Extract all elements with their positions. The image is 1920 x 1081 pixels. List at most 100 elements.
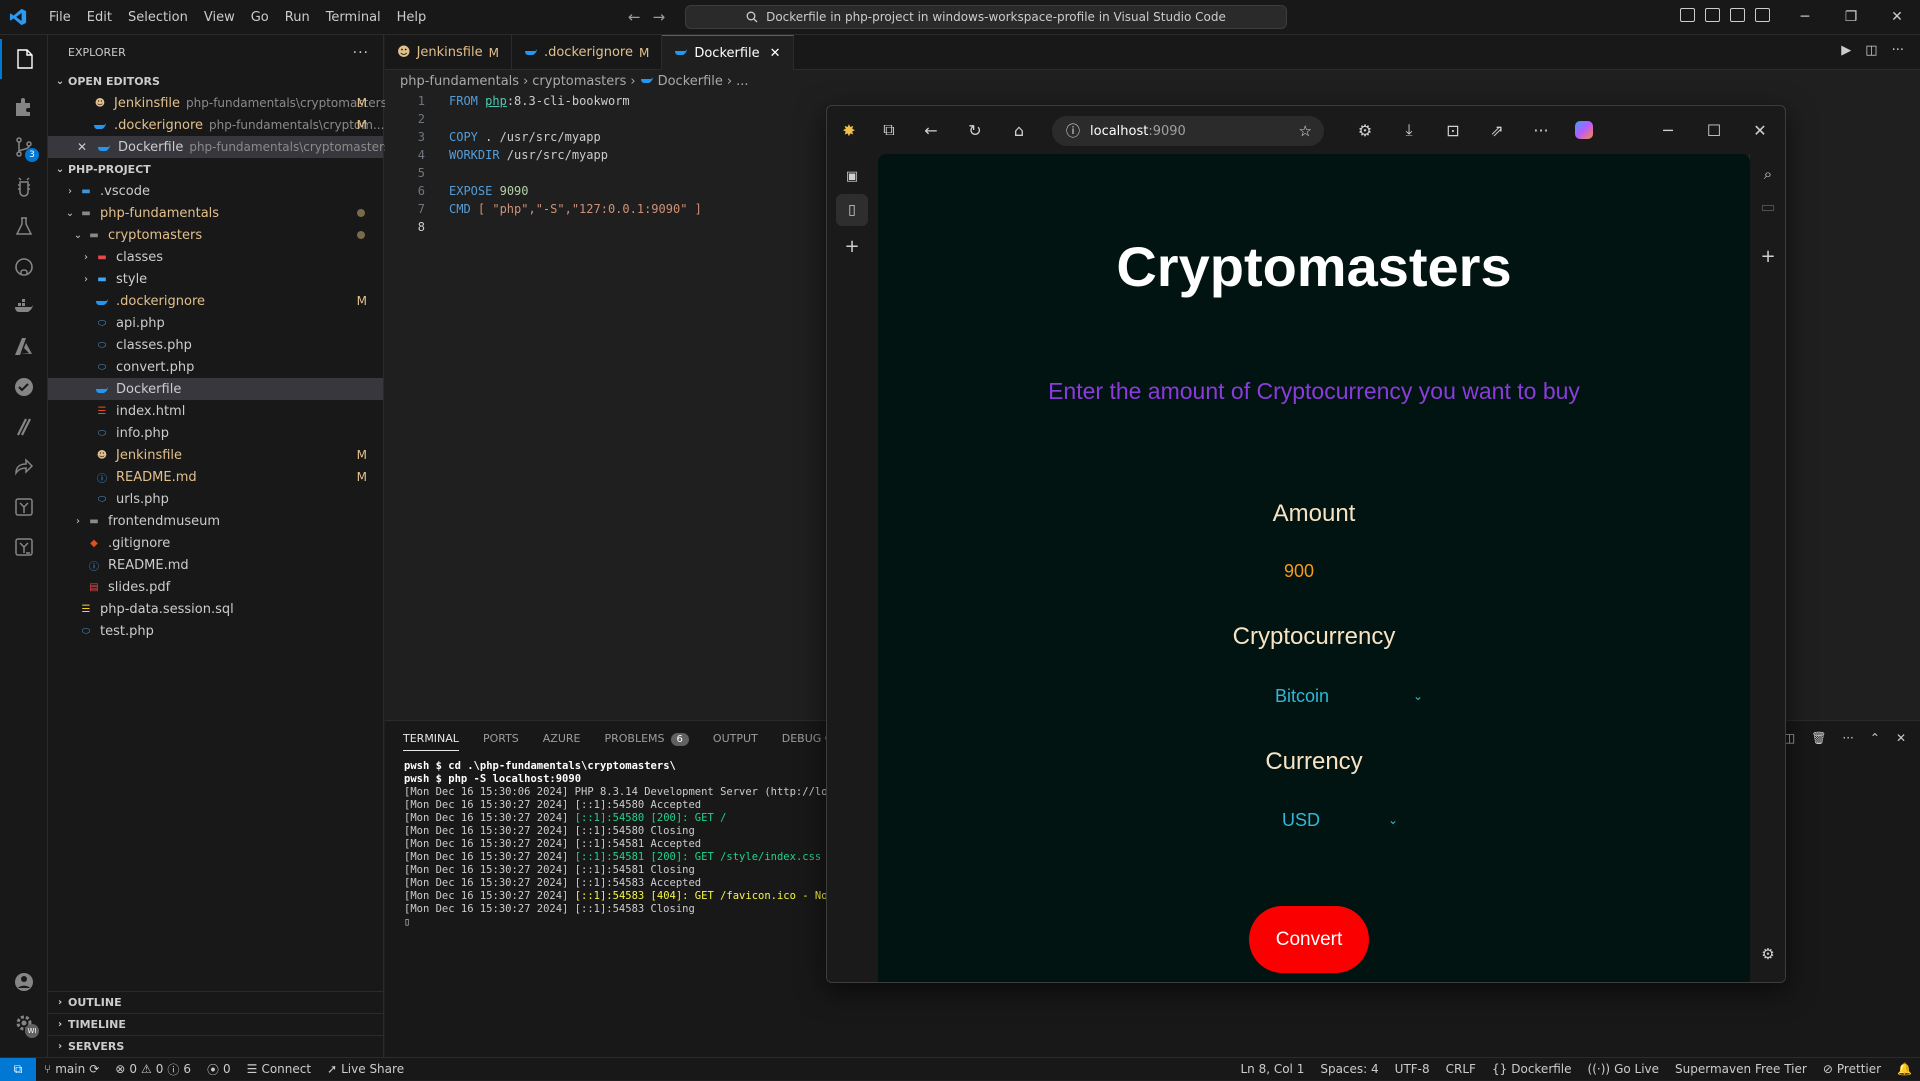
tree-folder-classes[interactable]: › ▬ classes	[48, 246, 383, 268]
menu-help[interactable]: Help	[390, 10, 434, 25]
settings-gear-icon[interactable]: ⚙	[1756, 942, 1780, 966]
run-icon[interactable]: ▶	[1841, 43, 1851, 58]
customize-layout-icon[interactable]	[1680, 8, 1695, 22]
tree-file-index[interactable]: ☰ index.html	[48, 400, 383, 422]
todo-check-icon[interactable]	[0, 367, 48, 407]
tab-problems[interactable]: PROBLEMS 6	[605, 732, 689, 746]
address-bar[interactable]: ⓘ localhost:9090 ☆	[1052, 116, 1324, 146]
tree-file-jenkinsfile[interactable]: ☻ Jenkinsfile M	[48, 444, 383, 466]
refresh-icon[interactable]: ↻	[963, 118, 987, 142]
menu-file[interactable]: File	[42, 10, 78, 25]
tab-jenkinsfile[interactable]: ☻ Jenkinsfile M	[385, 35, 512, 70]
outline-section[interactable]: › OUTLINE	[48, 991, 383, 1013]
tree-file-urls[interactable]: ⬭ urls.php	[48, 488, 383, 510]
split-editor-icon[interactable]: ◫	[1865, 43, 1877, 58]
amount-input[interactable]: 900	[878, 561, 1720, 582]
servers-section[interactable]: › SERVERS	[48, 1035, 383, 1057]
new-tab-plus-icon[interactable]: +	[840, 234, 864, 258]
tree-file-dockerfile[interactable]: Dockerfile	[48, 378, 383, 400]
forward-arrow-icon[interactable]: →	[653, 8, 666, 26]
end-of-line[interactable]: CRLF	[1438, 1062, 1484, 1076]
azure-icon[interactable]	[0, 327, 48, 367]
tab-actions-icon[interactable]: ▣	[840, 164, 864, 188]
tree-folder-style[interactable]: › ▬ style	[48, 268, 383, 290]
more-actions-icon[interactable]: ···	[1842, 731, 1853, 745]
indentation[interactable]: Spaces: 4	[1312, 1062, 1386, 1076]
source-control-icon[interactable]: 3	[0, 127, 48, 167]
tree-file-slides[interactable]: ▤ slides.pdf	[48, 576, 383, 598]
tab-dockerfile[interactable]: Dockerfile ✕	[662, 35, 794, 70]
tree-file-test[interactable]: ⬭ test.php	[48, 620, 383, 642]
tree-file-readme[interactable]: ⓘ README.md	[48, 554, 383, 576]
cursor-position[interactable]: Ln 8, Col 1	[1232, 1062, 1312, 1076]
toggle-sidebar-icon[interactable]	[1705, 8, 1720, 22]
open-editors-section[interactable]: ⌄ OPEN EDITORS	[48, 70, 383, 92]
command-center[interactable]: Dockerfile in php-project in windows-wor…	[685, 5, 1287, 29]
workspaces-icon[interactable]: ⧉	[877, 118, 901, 142]
kubernetes-icon[interactable]	[0, 407, 48, 447]
prettier-status[interactable]: ⊘ Prettier	[1815, 1062, 1889, 1076]
timeline-section[interactable]: › TIMELINE	[48, 1013, 383, 1035]
close-window-icon[interactable]: ✕	[1748, 118, 1772, 142]
toggle-secondary-sidebar-icon[interactable]	[1755, 8, 1770, 22]
breadcrumb-item[interactable]: php-fundamentals	[400, 74, 519, 89]
remote-icon[interactable]: ⧉	[0, 1057, 36, 1081]
tree-file-api[interactable]: ⬭ api.php	[48, 312, 383, 334]
menu-run[interactable]: Run	[278, 10, 317, 25]
manage-gear-icon[interactable]: WI	[0, 1003, 48, 1043]
convert-button[interactable]: Convert	[1249, 906, 1369, 973]
close-window-icon[interactable]: ✕	[1874, 0, 1920, 35]
tree-file-convert[interactable]: ⬭ convert.php	[48, 356, 383, 378]
menu-view[interactable]: View	[197, 10, 242, 25]
breadcrumb-item[interactable]: cryptomasters	[532, 74, 626, 89]
more-actions-icon[interactable]: ···	[1892, 43, 1904, 58]
menu-go[interactable]: Go	[244, 10, 276, 25]
back-arrow-icon[interactable]: ←	[919, 118, 943, 142]
ports-status[interactable]: ⦿ 0	[199, 1061, 239, 1078]
github-icon[interactable]	[0, 247, 48, 287]
favorite-star-icon[interactable]: ☆	[1299, 122, 1312, 140]
back-arrow-icon[interactable]: ←	[628, 8, 641, 26]
maximize-icon[interactable]: ☐	[1702, 118, 1726, 142]
tree-file-gitignore[interactable]: ◆ .gitignore	[48, 532, 383, 554]
tab-azure[interactable]: AZURE	[543, 732, 581, 745]
tree-folder-cryptomasters[interactable]: ⌄ ▬ cryptomasters	[48, 224, 383, 246]
tree-file-dockerignore[interactable]: .dockerignore M	[48, 290, 383, 312]
share-icon[interactable]: ⇗	[1485, 118, 1509, 142]
menu-edit[interactable]: Edit	[80, 10, 119, 25]
database-icon[interactable]	[0, 527, 48, 567]
breadcrumb-item[interactable]: ...	[736, 74, 748, 89]
home-icon[interactable]: ⌂	[1007, 118, 1031, 142]
docker-icon[interactable]	[0, 287, 48, 327]
toggle-panel-icon[interactable]	[1730, 8, 1745, 22]
branch-status[interactable]: ⑂ main ⟳	[36, 1062, 107, 1076]
trash-icon[interactable]: 🗑	[1811, 731, 1826, 745]
tree-file-readme-inner[interactable]: ⓘ README.md M	[48, 466, 383, 488]
problems-status[interactable]: ⊗ 0 ⚠ 0 ⓘ 6	[107, 1061, 199, 1078]
menu-selection[interactable]: Selection	[121, 10, 195, 25]
search-icon[interactable]: ⌕	[1756, 162, 1780, 186]
download-icon[interactable]: ⤓	[1397, 118, 1421, 142]
open-editor-dockerignore[interactable]: .dockerignore php-fundamentals\cryptom...…	[48, 114, 384, 136]
maximize-panel-icon[interactable]: ⌃	[1870, 731, 1880, 745]
sql-tools-icon[interactable]	[0, 487, 48, 527]
add-sidebar-app-icon[interactable]: +	[1756, 244, 1780, 268]
menu-terminal[interactable]: Terminal	[319, 10, 388, 25]
tab-terminal[interactable]: TERMINAL	[403, 732, 459, 751]
open-editor-jenkinsfile[interactable]: ☻ Jenkinsfile php-fundamentals\cryptomaste…	[48, 92, 387, 114]
more-actions-icon[interactable]: ···	[353, 45, 369, 61]
testing-flask-icon[interactable]	[0, 207, 48, 247]
tab-output[interactable]: OUTPUT	[713, 732, 758, 745]
connect-status[interactable]: ☰ Connect	[239, 1062, 319, 1076]
site-info-icon[interactable]: ⓘ	[1066, 121, 1080, 141]
supermaven-status[interactable]: Supermaven Free Tier	[1667, 1062, 1815, 1076]
tree-file-classes-php[interactable]: ⬭ classes.php	[48, 334, 383, 356]
extensions-icon[interactable]: ⚙	[1353, 118, 1377, 142]
close-tab-icon[interactable]: ✕	[770, 46, 781, 61]
tree-folder-vscode[interactable]: › ▬ .vscode	[48, 180, 383, 202]
notifications-bell-icon[interactable]: 🔔	[1889, 1062, 1920, 1076]
extensions-puzzle-icon[interactable]	[0, 87, 48, 127]
live-share-icon[interactable]	[0, 447, 48, 487]
more-actions-icon[interactable]: ···	[1529, 118, 1553, 142]
screenshot-icon[interactable]: ⊡	[1441, 118, 1465, 142]
